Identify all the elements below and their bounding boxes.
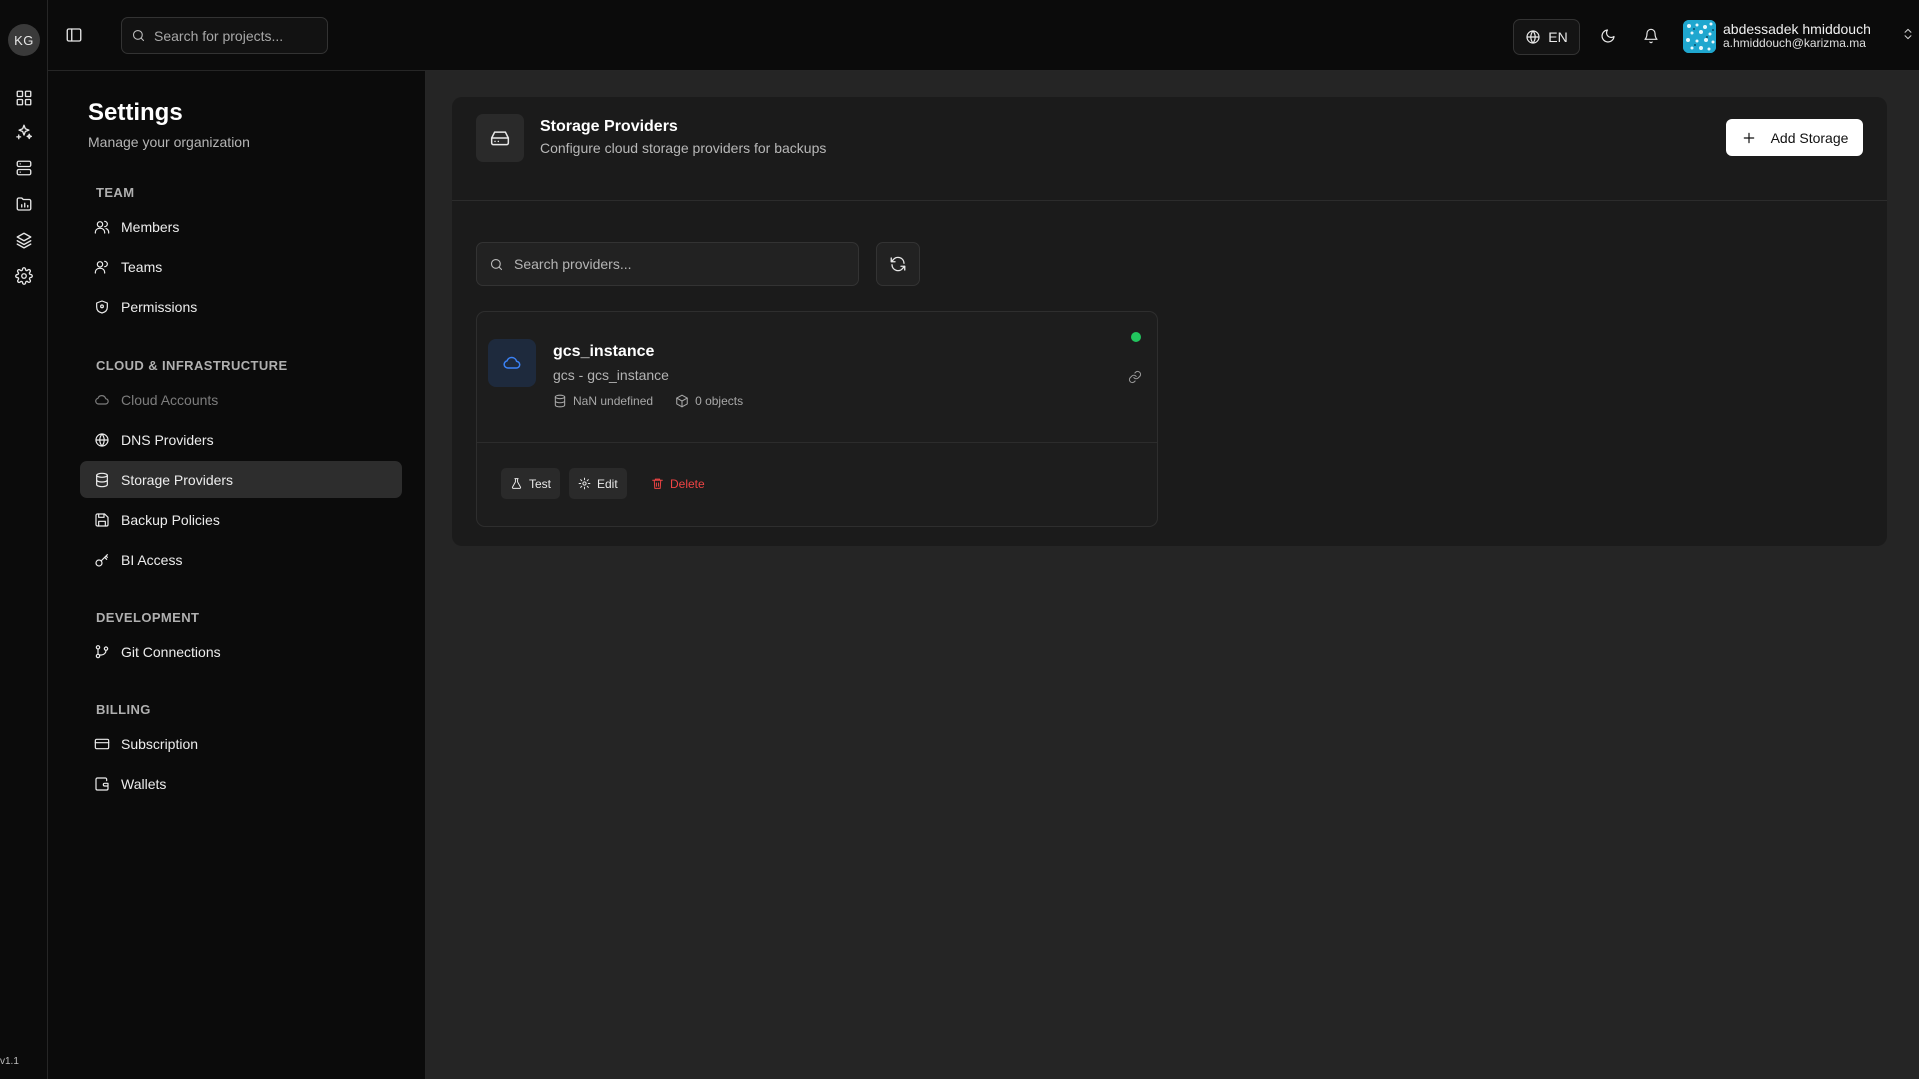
bell-icon[interactable]: [1639, 24, 1663, 48]
nav-item-members[interactable]: Members: [80, 208, 402, 245]
provider-search-input[interactable]: [514, 256, 814, 272]
refresh-button[interactable]: [876, 242, 920, 286]
search-icon: [490, 258, 503, 270]
nav-item-label: Backup Policies: [121, 511, 220, 528]
settings-subtitle: Manage your organization: [88, 134, 250, 150]
refresh-icon: [890, 256, 906, 272]
section-team-label: TEAM: [96, 185, 135, 200]
sparkles-icon[interactable]: [12, 120, 36, 144]
package-icon: [676, 394, 688, 408]
section-billing-label: BILLING: [96, 702, 151, 717]
delete-label: Delete: [670, 476, 705, 491]
nav-item-label: Subscription: [121, 735, 199, 752]
nav-item-label: Storage Providers: [121, 471, 234, 488]
shield-icon: [96, 299, 108, 314]
nav-item-storage-providers[interactable]: Storage Providers: [80, 461, 402, 498]
nav-item-label: Teams: [121, 258, 163, 275]
settings-sidebar: Settings Manage your organization TEAM M…: [48, 71, 426, 1079]
link-icon[interactable]: [1125, 367, 1145, 387]
hard-drive-icon: [476, 114, 524, 162]
org-avatar[interactable]: KG: [8, 24, 40, 56]
provider-meta: NaN undefined 0 objects: [553, 394, 743, 408]
provider-search[interactable]: [476, 242, 859, 286]
test-label: Test: [529, 476, 552, 491]
user-menu[interactable]: abdessadek hmiddouch a.hmiddouch@karizma…: [1683, 17, 1915, 55]
wallet-icon: [95, 776, 109, 791]
server-icon[interactable]: [12, 156, 36, 180]
credit-card-icon: [94, 738, 110, 749]
provider-objects: 0 objects: [695, 394, 744, 408]
flask-icon: [511, 478, 522, 489]
settings-icon[interactable]: [12, 264, 36, 288]
nav-item-backup-policies[interactable]: Backup Policies: [80, 501, 402, 538]
nav-item-label: Git Connections: [121, 643, 221, 660]
user-email: a.hmiddouch@karizma.ma: [1723, 36, 1866, 51]
nav-item-permissions[interactable]: Permissions: [80, 288, 402, 325]
users-icon: [94, 260, 108, 274]
gear-icon: [578, 477, 591, 490]
add-storage-button[interactable]: Add Storage: [1726, 119, 1863, 156]
folder-chart-icon[interactable]: [12, 192, 36, 216]
edit-button[interactable]: Edit: [569, 468, 627, 499]
top-bar: EN abdessadek hmiddouch a.hmiddouch@kari…: [48, 0, 1919, 71]
test-button[interactable]: Test: [501, 468, 561, 499]
chevrons-up-down-icon: [1901, 27, 1915, 41]
status-indicator: [1131, 332, 1141, 342]
delete-button[interactable]: Delete: [642, 468, 714, 499]
panel-header: Storage Providers Configure cloud storag…: [452, 97, 1887, 201]
cloud-icon: [488, 339, 536, 387]
users-icon: [94, 220, 110, 234]
database-icon: [554, 394, 566, 408]
panel-subtitle: Configure cloud storage providers for ba…: [540, 140, 827, 156]
edit-label: Edit: [597, 476, 618, 491]
search-icon: [132, 29, 145, 42]
nav-item-teams[interactable]: Teams: [80, 248, 402, 285]
app-rail: KG v1.1: [0, 0, 48, 1079]
nav-item-label: Cloud Accounts: [121, 391, 219, 408]
project-search-input[interactable]: [154, 27, 304, 44]
git-branch-icon: [95, 644, 109, 658]
section-cloud-label: CLOUD & INFRASTRUCTURE: [96, 358, 288, 373]
nav-item-label: DNS Providers: [121, 431, 214, 448]
dashboard-icon[interactable]: [12, 86, 36, 110]
nav-item-git-connections[interactable]: Git Connections: [80, 633, 402, 670]
card-divider: [477, 442, 1157, 443]
sidebar-toggle-icon[interactable]: [63, 24, 85, 46]
nav-item-bi-access[interactable]: BI Access: [80, 541, 402, 578]
trash-icon: [652, 478, 663, 489]
nav-item-wallets[interactable]: Wallets: [80, 765, 402, 802]
cloud-icon: [95, 394, 109, 405]
provider-name: gcs_instance: [553, 343, 655, 360]
layers-icon[interactable]: [12, 228, 36, 252]
database-icon: [96, 472, 108, 487]
settings-title: Settings: [88, 99, 183, 126]
provider-card: gcs_instance gcs - gcs_instance NaN unde…: [476, 311, 1158, 527]
provider-type: gcs - gcs_instance: [553, 367, 669, 383]
key-icon: [95, 553, 108, 567]
storage-providers-panel: Storage Providers Configure cloud storag…: [452, 97, 1887, 546]
globe-icon: [95, 432, 109, 447]
project-search[interactable]: [121, 17, 328, 54]
save-icon: [95, 512, 109, 527]
nav-item-label: Wallets: [121, 775, 167, 792]
language-button[interactable]: EN: [1513, 19, 1580, 55]
nav-item-dns-providers[interactable]: DNS Providers: [80, 421, 402, 458]
nav-item-label: Permissions: [121, 298, 198, 315]
nav-item-cloud-accounts[interactable]: Cloud Accounts: [80, 381, 402, 418]
nav-item-subscription[interactable]: Subscription: [80, 725, 402, 762]
avatar: [1683, 19, 1716, 53]
plus-icon: [1743, 132, 1754, 143]
nav-item-label: Members: [121, 218, 180, 235]
add-storage-label: Add Storage: [1770, 129, 1849, 146]
panel-title: Storage Providers: [540, 118, 678, 135]
globe-icon: [1526, 30, 1540, 44]
moon-icon[interactable]: [1596, 24, 1620, 48]
user-name: abdessadek hmiddouch: [1723, 21, 1871, 38]
section-development-label: DEVELOPMENT: [96, 610, 200, 625]
provider-size: NaN undefined: [573, 394, 654, 408]
app-version: v1.1: [0, 1056, 19, 1067]
nav-item-label: BI Access: [121, 551, 183, 568]
language-label: EN: [1548, 29, 1568, 45]
